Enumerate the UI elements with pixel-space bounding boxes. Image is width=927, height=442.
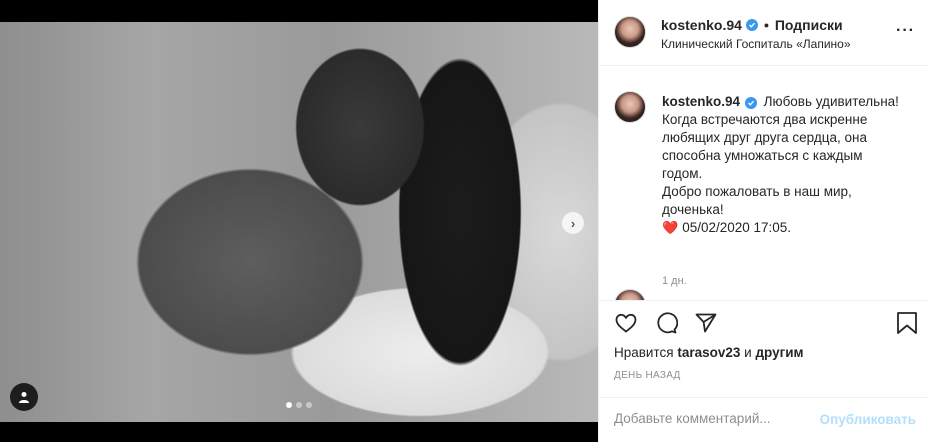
user-icon [19,392,29,403]
caption-line: любящих друг друга сердца, она [662,130,867,145]
caption-line: Добро пожаловать в наш мир, [662,184,852,199]
carousel-dot [306,402,312,408]
heart-emoji-icon: ❤️ [662,220,679,235]
caption-date: 05/02/2020 17:05. [682,220,792,235]
caption-text: kostenko.94 Любовь удивительна! Когда вс… [662,93,912,237]
header-user-line: kostenko.94 • Подписки [661,17,843,33]
comment-icon [657,312,679,334]
tagged-users-button[interactable] [10,383,38,411]
caption-line: Любовь удивительна! [763,94,899,109]
heart-icon [615,313,637,333]
post-date[interactable]: ДЕНЬ НАЗАД [614,370,681,381]
post-details-panel: kostenko.94 • Подписки Клинический Госпи… [598,0,927,442]
comment-input[interactable] [614,411,814,426]
caption-date-line: ❤️ 05/02/2020 17:05. [662,219,912,237]
save-button[interactable] [896,311,918,340]
carousel-dot [286,402,292,408]
comment-button[interactable] [654,311,679,340]
bookmark-icon [897,312,917,334]
caption-line: способна умножаться с каждым [662,148,863,163]
paper-plane-icon [695,313,717,333]
following-button[interactable]: Подписки [775,17,843,33]
header-separator: • [763,17,769,33]
likes-user-link[interactable]: tarasov23 [677,345,740,360]
caption-line: доченька! [662,202,724,217]
carousel-indicator [0,402,598,408]
likes-summary: Нравится tarasov23 и другим [614,345,804,360]
post-media[interactable]: › [0,0,598,442]
like-button[interactable] [614,311,638,340]
comments-section[interactable]: kostenko.94 Любовь удивительна! Когда вс… [599,67,927,300]
caption-line: Когда встречаются два искренне [662,112,868,127]
post-actions [599,300,927,345]
verified-badge-icon [744,97,757,109]
avatar[interactable] [614,289,646,300]
verified-badge-icon [745,19,758,31]
post-header: kostenko.94 • Подписки Клинический Госпи… [599,0,927,66]
publish-button[interactable]: Опубликовать [820,412,916,427]
caption-line: годом. [662,166,703,181]
caption-username[interactable]: kostenko.94 [662,94,740,109]
next-comment-preview [614,289,914,300]
carousel-next-button[interactable]: › [562,212,584,234]
likes-others-link[interactable]: другим [755,345,803,360]
post-location[interactable]: Клинический Госпиталь «Лапино» [661,37,851,51]
likes-prefix: Нравится [614,345,674,360]
carousel-dot [296,402,302,408]
post-photo[interactable] [0,22,598,422]
caption-time-ago[interactable]: 1 дн. [662,275,687,287]
likes-conjunction: и [744,345,752,360]
more-options-icon[interactable]: ··· [896,22,915,40]
header-username[interactable]: kostenko.94 [661,17,742,33]
share-button[interactable] [694,311,718,340]
avatar[interactable] [614,91,646,123]
avatar[interactable] [614,16,646,48]
chevron-right-icon: › [570,215,576,231]
add-comment-bar: Опубликовать [599,397,927,442]
